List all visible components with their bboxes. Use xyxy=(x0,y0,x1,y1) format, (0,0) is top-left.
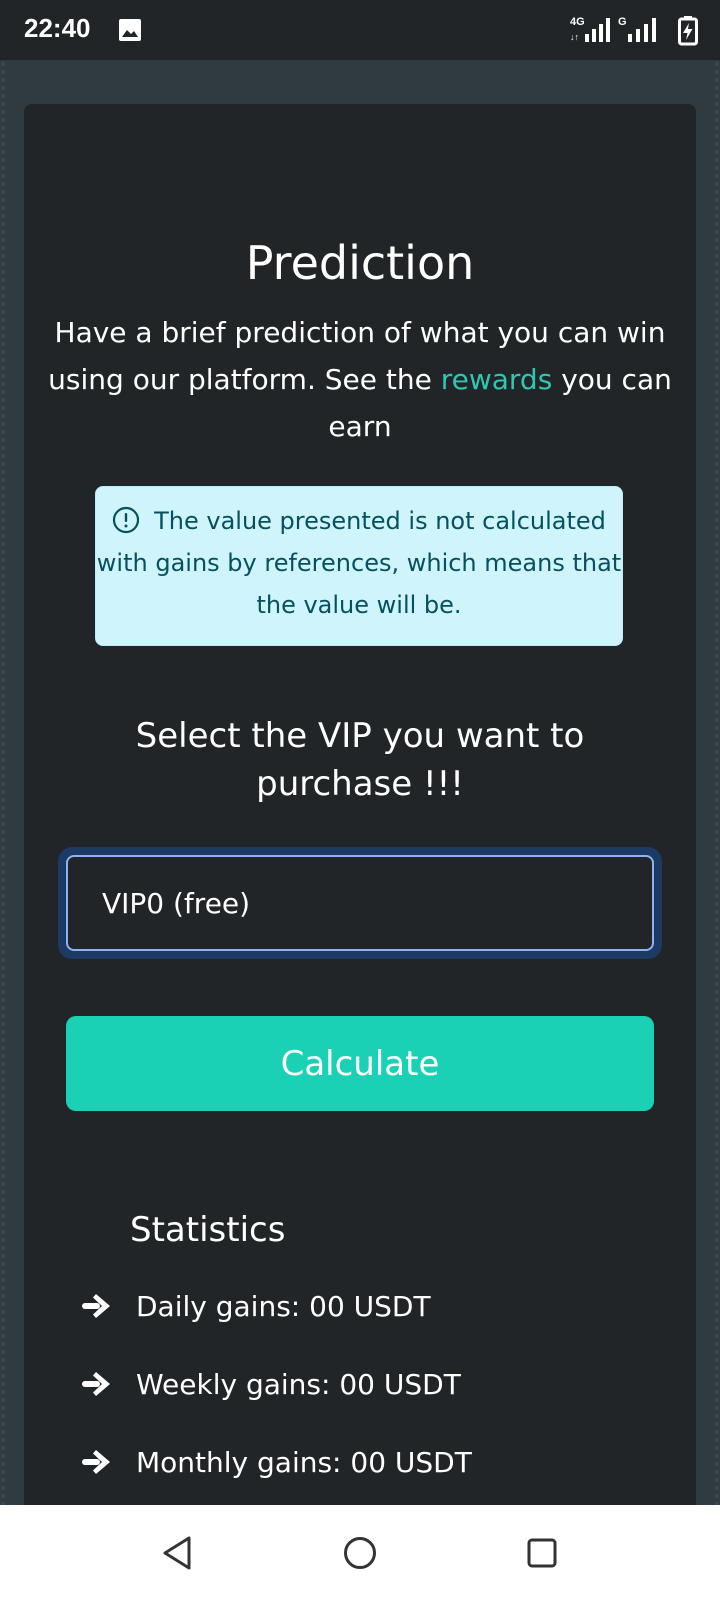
vip-heading: Select the VIP you want to purchase !!! xyxy=(135,716,585,804)
arrow-right-icon xyxy=(82,1372,110,1396)
back-icon[interactable] xyxy=(162,1535,194,1571)
rewards-link[interactable]: rewards xyxy=(441,363,553,396)
recent-apps-icon[interactable] xyxy=(527,1538,557,1568)
statistics-title: Statistics xyxy=(130,1210,286,1250)
signal-4g-icon: 4G ↓↑ xyxy=(570,16,610,42)
svg-text:↓↑: ↓↑ xyxy=(570,32,579,42)
signal-g-icon: G xyxy=(618,16,656,42)
status-bar: 22:40 4G ↓↑ G xyxy=(0,0,720,60)
battery-charging-icon xyxy=(678,16,698,46)
system-nav-bar xyxy=(0,1505,720,1600)
stat-monthly: Monthly gains: 00 USDT xyxy=(80,1442,472,1482)
stat-daily: Daily gains: 00 USDT xyxy=(80,1286,431,1326)
home-icon[interactable] xyxy=(343,1536,377,1570)
status-time: 22:40 xyxy=(24,13,91,43)
stat-monthly-label: Monthly gains: 00 USDT xyxy=(136,1445,472,1479)
gallery-icon xyxy=(119,19,141,41)
vip-select-value: VIP0 (free) xyxy=(102,887,251,920)
network-g-label: G xyxy=(618,16,627,28)
stat-weekly-label: Weekly gains: 00 USDT xyxy=(136,1367,461,1401)
page-title: Prediction xyxy=(245,236,475,290)
info-circle-icon xyxy=(112,506,140,534)
calculate-button[interactable]: Calculate xyxy=(66,1016,654,1111)
stat-daily-label: Daily gains: 00 USDT xyxy=(136,1289,431,1323)
intro-text: Have a brief prediction of what you can … xyxy=(40,309,680,450)
alert-text: The value presented is not calculated wi… xyxy=(96,507,622,619)
arrow-right-icon xyxy=(82,1450,110,1474)
vip-select[interactable]: VIP0 (free) xyxy=(66,855,654,951)
stat-weekly: Weekly gains: 00 USDT xyxy=(80,1364,461,1404)
arrow-right-icon xyxy=(82,1294,110,1318)
network-4g-label: 4G xyxy=(570,16,585,28)
info-alert: The value presented is not calculated wi… xyxy=(95,486,623,646)
